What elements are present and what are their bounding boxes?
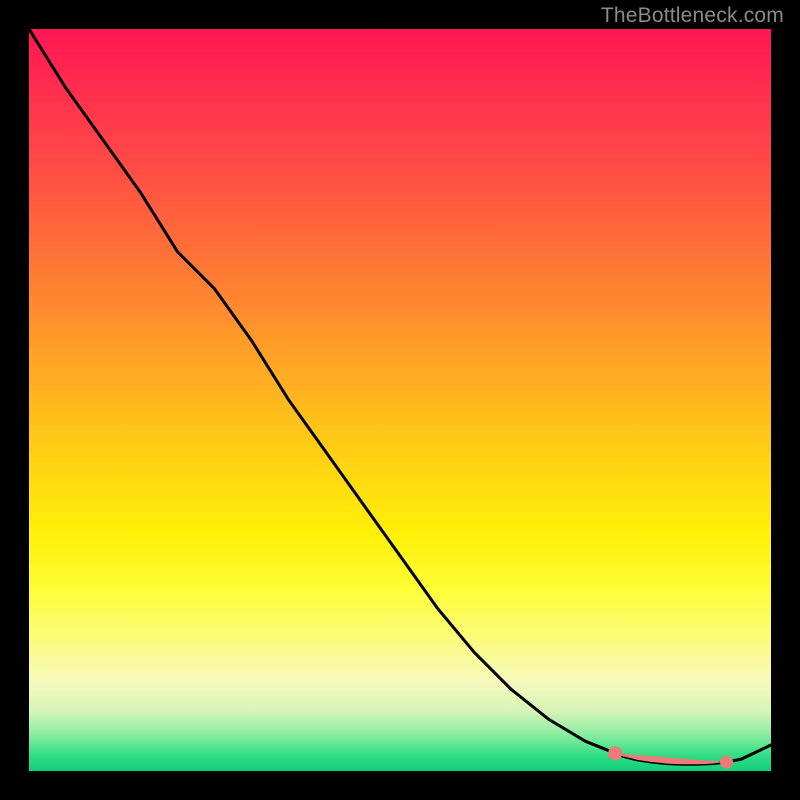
plot-area	[29, 29, 771, 771]
marker-strip	[615, 753, 726, 764]
curve-markers	[608, 746, 733, 768]
watermark-text: TheBottleneck.com	[601, 4, 784, 28]
bottleneck-curve	[29, 29, 771, 764]
marker-dot-end	[720, 756, 733, 769]
marker-dot-start	[608, 746, 622, 760]
chart-frame: TheBottleneck.com	[0, 0, 800, 800]
chart-overlay	[29, 29, 771, 771]
